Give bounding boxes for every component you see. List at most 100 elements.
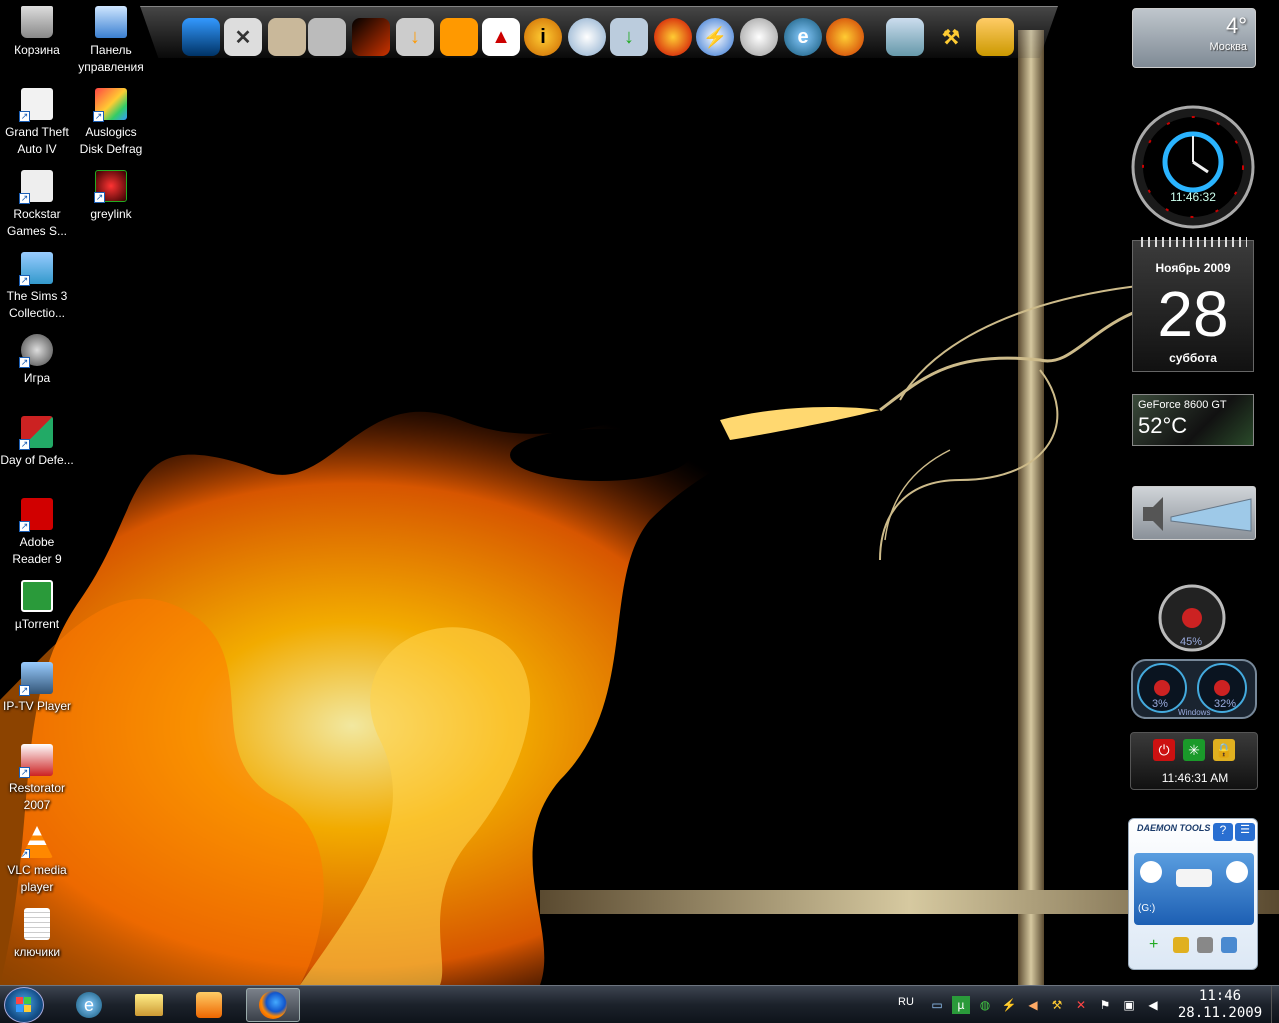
taskbar-firefox[interactable] [246, 988, 300, 1022]
lock-button[interactable]: 🔒 [1213, 739, 1235, 761]
greylink-icon: ↗ [94, 170, 127, 203]
settings-icon[interactable] [1226, 861, 1248, 883]
copy-icon[interactable] [1221, 937, 1237, 953]
language-indicator[interactable]: RU [898, 996, 914, 1008]
desktop-icon-rockstar[interactable]: ↗ Rockstar Games S... [0, 170, 74, 240]
mount-icon[interactable] [1173, 937, 1189, 953]
adobe-reader-icon: ↗ [19, 498, 53, 532]
display-icon[interactable]: ▭ [928, 996, 946, 1014]
disc-burn-icon[interactable] [568, 18, 606, 56]
firefox-icon[interactable] [826, 18, 864, 56]
taskbar-ie[interactable]: e [62, 988, 116, 1022]
desktop-icon-label: The Sims 3 Collectio... [6, 289, 68, 320]
nero-icon[interactable] [654, 18, 692, 56]
cpu-main-percent: 45% [1180, 636, 1203, 648]
weather-city: Москва [1209, 41, 1247, 53]
network-globe-icon[interactable]: ◍ [976, 996, 994, 1014]
help-icon[interactable]: ? [1213, 823, 1233, 841]
desktop-wallpaper [0, 0, 1279, 985]
explorer-icon [135, 994, 163, 1016]
tools-wrench-icon[interactable]: ⚒ [932, 18, 970, 56]
desktop-icon-label: Панель управления [78, 43, 144, 74]
calendar-weekday: суббота [1169, 351, 1217, 365]
desktop-icon-greylink[interactable]: ↗ greylink [74, 170, 148, 223]
start-button[interactable] [4, 987, 44, 1023]
desktop-icon-day-of-defeat[interactable]: ↗ Day of Defe... [0, 416, 74, 469]
desktop-icon-label: Restorator 2007 [8, 781, 66, 812]
desktop-icon-adobe-reader[interactable]: ↗ Adobe Reader 9 [0, 498, 74, 568]
add-image-icon[interactable]: + [1149, 937, 1165, 953]
monitor-icon[interactable] [182, 18, 220, 56]
calendar-month: Ноябрь 2009 [1155, 261, 1231, 275]
install-icon[interactable]: ↓ [610, 18, 648, 56]
desktop-icon-control-panel[interactable]: Панель управления [74, 6, 148, 76]
play-icon[interactable] [1140, 861, 1162, 883]
utorrent-tray-icon[interactable]: µ [952, 996, 970, 1014]
info-icon[interactable]: i [524, 18, 562, 56]
fire-image-icon[interactable] [352, 18, 390, 56]
day-of-defeat-icon: ↗ [19, 416, 53, 450]
daemon-tools-gadget[interactable]: DAEMON TOOLS ? ☰ (G:) + [1128, 818, 1258, 970]
sims3-icon: ↗ [19, 252, 53, 286]
taskbar-media-player[interactable] [182, 988, 236, 1022]
taskbar-clock[interactable]: 11:46 28.11.2009 [1168, 988, 1272, 1022]
virtual-drive-panel[interactable]: (G:) [1134, 853, 1254, 925]
speaker-tray-icon[interactable]: ◀ [1024, 996, 1042, 1014]
show-desktop-button[interactable] [1271, 986, 1279, 1023]
trash-icon[interactable] [976, 18, 1014, 56]
film-icon[interactable] [308, 18, 346, 56]
rockstar-icon: ↗ [19, 170, 53, 204]
cpu-meter-gadget[interactable]: 45% 3% 32% Windows [1130, 584, 1258, 720]
desktop-icon-label: IP-TV Player [2, 699, 71, 713]
text-file-icon [24, 908, 50, 940]
recycle-bin-icon [21, 6, 53, 38]
desktop-icon-label: greylink [90, 207, 132, 221]
weather-gadget[interactable]: 4° Москва [1132, 8, 1256, 68]
desktop-icon-sims3[interactable]: ↗ The Sims 3 Collectio... [0, 252, 74, 322]
shutdown-gadget: ⏻ ✳ 🔒 11:46:31 AM [1130, 732, 1258, 790]
desktop-icon-recycle-bin[interactable]: Корзина [0, 6, 74, 59]
desktop-icon-label: Rockstar Games S... [6, 207, 68, 238]
taskbar-explorer[interactable] [122, 988, 176, 1022]
desktop-icon-game[interactable]: ↗ Игра [0, 334, 74, 387]
daemon-tools-icon[interactable]: ⚡ [696, 18, 734, 56]
desktop-icon-utorrent[interactable]: µTorrent [0, 580, 74, 633]
flag-icon[interactable]: ⚑ [1096, 996, 1114, 1014]
volume-icon[interactable]: ◀ [1144, 996, 1162, 1014]
desktop-icon-iptv-player[interactable]: ↗ IP-TV Player [0, 662, 74, 715]
power-off-button[interactable]: ⏻ [1153, 739, 1175, 761]
desktop-icon-text-file[interactable]: ключики [0, 908, 74, 961]
desktop-icon-gta-iv[interactable]: ↗ Grand Theft Auto IV [0, 88, 74, 158]
shutdown-time: 11:46:31 AM [1161, 771, 1229, 785]
dvd-icon[interactable] [740, 18, 778, 56]
desktop-icon-label: VLC media player [7, 863, 67, 894]
desktop-icon-restorator[interactable]: ↗ Restorator 2007 [0, 744, 74, 814]
calendar-gadget[interactable]: Ноябрь 2009 28 суббота [1132, 237, 1254, 372]
volume-gadget[interactable] [1132, 486, 1256, 540]
write-icon[interactable] [1197, 937, 1213, 953]
chart-icon[interactable]: ▲ [482, 18, 520, 56]
media-player-icon [196, 992, 222, 1018]
photo-icon[interactable] [268, 18, 306, 56]
clock-time: 11:46:32 [1170, 190, 1216, 204]
download-icon[interactable]: ↓ [396, 18, 434, 56]
top-dock: ✕ ↓ ▲ i ↓ ⚡ e ⚒ [140, 6, 1058, 62]
tools-tray-icon[interactable]: ⚒ [1048, 996, 1066, 1014]
daemon-tools-tray-icon[interactable]: ⚡ [1000, 996, 1018, 1014]
clock-gadget[interactable]: 11:46:32 [1130, 104, 1256, 230]
taskbar-date: 28.11.2009 [1177, 1005, 1263, 1021]
blocked-icon[interactable]: ✕ [1072, 996, 1090, 1014]
tools-icon[interactable]: ✕ [224, 18, 262, 56]
cpu-gauges [1131, 584, 1257, 719]
rss-icon[interactable]: ☰ [1235, 823, 1255, 841]
desktop-icon-vlc[interactable]: ↗ VLC media player [0, 826, 74, 896]
recycle-bin-icon[interactable] [886, 18, 924, 56]
gpu-temp-gadget[interactable]: GeForce 8600 GT 52°C [1132, 394, 1254, 446]
gpu-temperature: 52°C [1138, 413, 1188, 438]
desktop-icon-disk-defrag[interactable]: ↗ Auslogics Disk Defrag [74, 88, 148, 158]
restart-button[interactable]: ✳ [1183, 739, 1205, 761]
network-icon[interactable]: ▣ [1120, 996, 1138, 1014]
media-player-icon[interactable] [440, 18, 478, 56]
cpu-brand: Windows [1178, 708, 1211, 717]
ie-icon[interactable]: e [784, 18, 822, 56]
